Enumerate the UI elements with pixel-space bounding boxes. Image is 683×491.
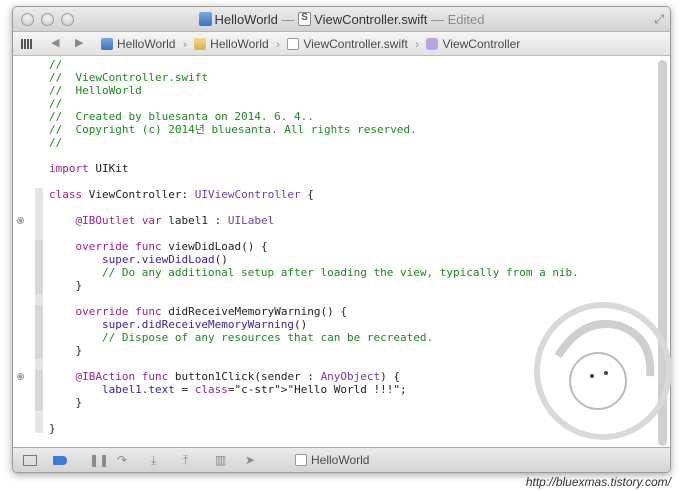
code-line: // Do any additional setup after loading…	[49, 266, 579, 279]
debug-target-label: HelloWorld	[311, 453, 370, 467]
title-project: HelloWorld	[214, 12, 278, 27]
step-out-icon[interactable]: ⤒	[183, 453, 188, 468]
crumb-separator: ›	[415, 37, 420, 51]
fold-ribbon-method[interactable]	[35, 305, 43, 359]
line-gutter[interactable]	[13, 56, 35, 449]
breadcrumb-file[interactable]: ViewController.swift	[287, 37, 408, 51]
app-target-icon	[295, 454, 307, 466]
code-line: //	[49, 97, 63, 110]
code-line: // HelloWorld	[49, 84, 142, 97]
window-title: HelloWorld — ViewController.swift — Edit…	[13, 12, 670, 27]
swift-file-icon	[287, 38, 300, 50]
back-button[interactable]: ◀	[51, 36, 59, 49]
folder-icon	[194, 38, 207, 50]
watermark-eye	[604, 371, 608, 375]
related-items-icon[interactable]	[21, 39, 32, 49]
breakpoints-toggle-icon[interactable]	[53, 456, 67, 465]
step-into-icon[interactable]: ⤓	[151, 453, 156, 468]
step-over-icon[interactable]: ↷	[117, 453, 127, 467]
swift-file-icon	[298, 12, 312, 26]
code-line: import UIKit	[49, 162, 129, 175]
fold-ribbon-method[interactable]	[35, 370, 43, 411]
code-line: override func viewDidLoad() {	[75, 240, 268, 253]
pause-icon[interactable]: ❚❚	[89, 453, 109, 467]
watermark-face	[569, 352, 627, 410]
code-line: // Created by bluesanta on 2014. 6. 4..	[49, 110, 314, 123]
jump-bar: ◀ ▶ HelloWorld › HelloWorld › ViewContro…	[13, 32, 670, 56]
title-file: ViewController.swift	[314, 12, 428, 27]
credit-url: http://bluexmas.tistory.com/	[525, 475, 671, 489]
code-line: class ViewController: UIViewController {	[49, 188, 314, 201]
project-icon	[101, 38, 113, 50]
class-icon	[426, 38, 439, 50]
crumb-separator: ›	[182, 37, 187, 51]
breadcrumb-symbol[interactable]: ViewController	[426, 37, 520, 51]
crumb-label: ViewController.swift	[303, 37, 408, 51]
code-line: super.viewDidLoad()	[101, 253, 228, 266]
crumb-separator: ›	[275, 37, 280, 51]
code-line: }	[49, 279, 83, 292]
breadcrumb-project[interactable]: HelloWorld	[101, 37, 175, 51]
title-edited-status: — Edited	[430, 12, 485, 27]
watermark-logo	[534, 302, 672, 440]
title-separator: —	[281, 12, 295, 27]
outlet-connection-icon[interactable]	[17, 217, 24, 224]
breadcrumb-group[interactable]: HelloWorld	[194, 37, 269, 51]
project-icon	[198, 12, 212, 26]
breadcrumb: HelloWorld › HelloWorld › ViewController…	[101, 37, 520, 51]
code-line: // ViewController.swift	[49, 71, 208, 84]
hide-debug-area-icon[interactable]	[23, 455, 37, 466]
code-line: // Copyright (c) 2014년 bluesanta. All ri…	[49, 123, 417, 136]
crumb-label: HelloWorld	[117, 37, 176, 51]
crumb-label: ViewController	[442, 37, 521, 51]
location-icon[interactable]: ➤	[245, 453, 255, 467]
action-connection-icon[interactable]	[17, 373, 24, 380]
forward-button[interactable]: ▶	[75, 36, 83, 49]
crumb-label: HelloWorld	[210, 37, 269, 51]
view-debugging-icon[interactable]: ▥	[215, 453, 226, 467]
title-bar: HelloWorld — ViewController.swift — Edit…	[13, 7, 670, 32]
code-line: //	[49, 58, 63, 71]
debug-target[interactable]: HelloWorld	[295, 453, 369, 467]
code-line: @IBOutlet var label1 : UILabel	[75, 214, 275, 227]
fold-ribbon-method[interactable]	[35, 240, 43, 294]
fullscreen-icon[interactable]: ⤢	[654, 12, 664, 27]
watermark-eye	[590, 374, 594, 378]
code-line: //	[49, 136, 63, 149]
debug-bar: ❚❚ ↷ ⤓ ⤒ ▥ ➤ HelloWorld	[13, 447, 670, 472]
